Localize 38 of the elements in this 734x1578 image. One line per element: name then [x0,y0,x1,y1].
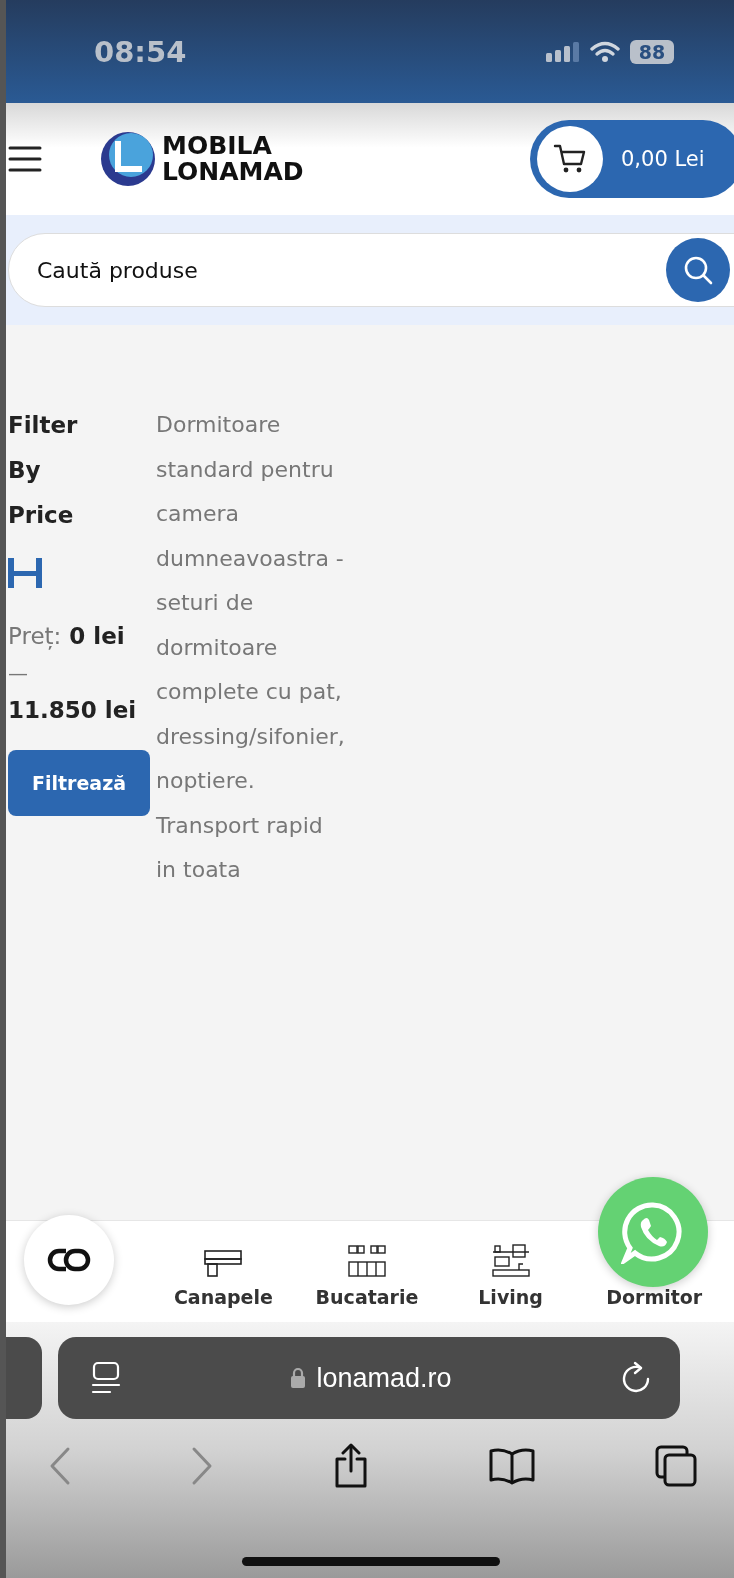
living-room-icon[interactable] [490,1244,531,1278]
toggle-icon [46,1247,92,1273]
accessibility-button[interactable] [24,1215,114,1305]
search-field[interactable]: Caută produse [8,233,734,307]
category-description: Dormitoare standard pentru camera dumneavoastra - seturi de dormitoare complete cu pat, dressing/sifonier, noptiere. Transport rapid in toata [156,411,345,884]
cart-button[interactable]: 0,00 Lei [530,120,734,198]
search-icon [682,254,714,286]
price-separator: — [8,660,28,687]
brand-name: MOBILA [162,133,273,159]
price-range-slider[interactable] [8,558,42,588]
sofa-icon[interactable] [203,1248,244,1278]
category-tab[interactable]: Dormitor [606,1286,703,1308]
price-label: Preț: [8,622,62,652]
lock-icon [290,1367,307,1389]
reload-icon[interactable] [620,1361,652,1395]
battery-indicator: 88 [630,39,674,64]
brand-name: LONAMAD [162,159,304,185]
reader-icon[interactable] [90,1360,122,1396]
category-tab[interactable]: Bucatarie [315,1286,419,1308]
filter-button[interactable]: Filtrează [8,750,150,816]
wifi-icon [590,40,620,63]
kitchen-icon[interactable] [347,1244,387,1278]
status-time: 08:54 [94,34,187,69]
filter-title: Filter By Price [8,411,79,530]
category-tab[interactable]: Living [478,1286,543,1308]
price-max: 11.850 lei [8,696,137,725]
whatsapp-icon [621,1200,685,1264]
signal-icon [546,40,580,63]
logo-icon [100,131,156,187]
menu-icon[interactable] [8,145,42,173]
tabs-icon[interactable] [654,1444,698,1488]
browser-tab-preview[interactable] [6,1337,42,1419]
category-tab[interactable]: Canapele [173,1286,273,1308]
cart-icon [553,143,587,175]
address-bar[interactable]: lonamad.ro [58,1337,680,1419]
price-min: 0 lei [69,622,125,651]
bookmarks-icon[interactable] [488,1446,536,1486]
url-text: lonamad.ro [316,1362,452,1394]
